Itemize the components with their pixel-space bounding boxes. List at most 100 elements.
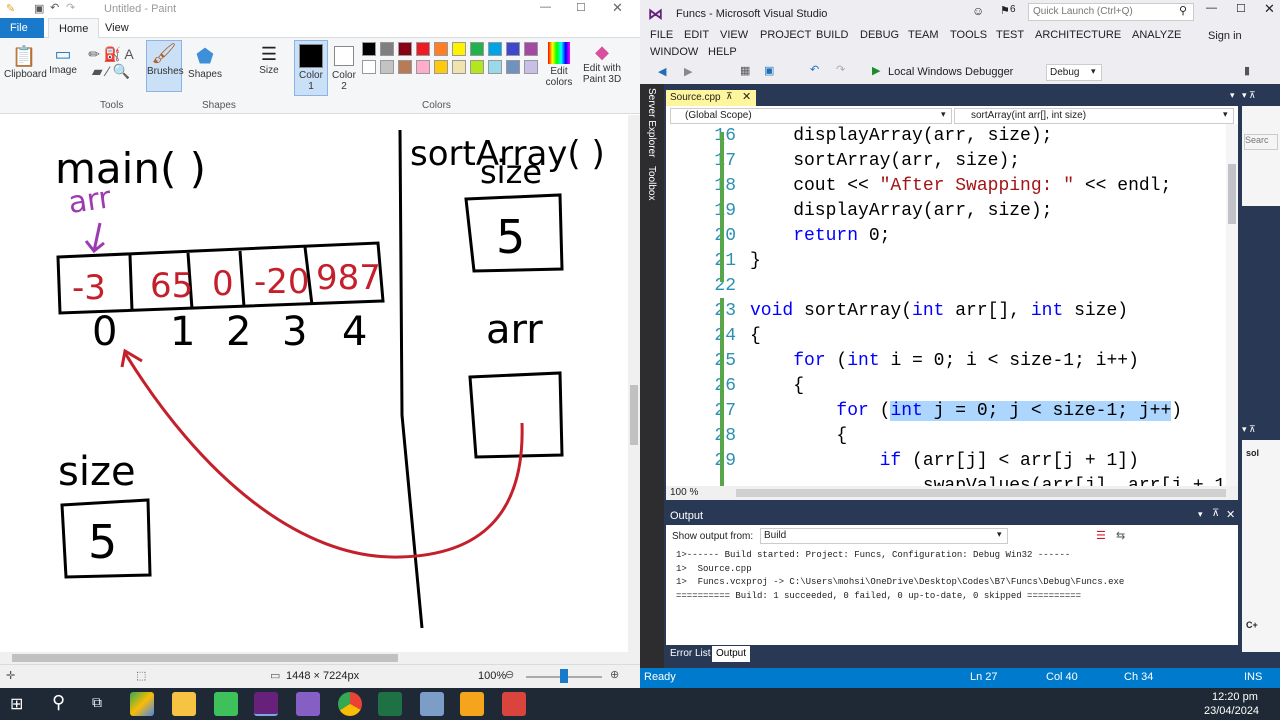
palette-swatch[interactable] [470, 60, 484, 74]
notifications-icon[interactable]: ⚑ [1000, 4, 1010, 17]
vs-redo-icon[interactable]: ↷ [836, 63, 845, 76]
menu-build[interactable]: BUILD [816, 29, 848, 41]
windows-start-icon[interactable]: ⊞ [10, 694, 23, 714]
color2-button[interactable]: Color 2 [330, 44, 358, 92]
task-view-icon[interactable]: ⧉ [92, 694, 102, 711]
menu-help[interactable]: HELP [708, 46, 737, 58]
zoom-out-icon[interactable]: ⊖ [505, 668, 514, 681]
palette-swatch[interactable] [380, 42, 394, 56]
chrome-icon[interactable] [338, 692, 362, 716]
menu-debug[interactable]: DEBUG [860, 29, 899, 41]
tools-icons[interactable]: ✏ ⛽ A ▰ ⁄ 🔍 [86, 46, 136, 80]
file-explorer-icon[interactable] [172, 692, 196, 716]
code-line[interactable]: cout << "After Swapping: " << endl; [750, 176, 1171, 196]
size-button[interactable]: ☰ Size [252, 44, 286, 76]
code-line[interactable]: void sortArray(int arr[], int size) [750, 301, 1128, 321]
camtasia-icon[interactable] [214, 692, 238, 716]
scope-dropdown[interactable]: (Global Scope) ▾ [670, 108, 952, 124]
vs-minimize-icon[interactable]: — [1206, 2, 1217, 14]
sublime-icon[interactable] [460, 692, 484, 716]
excel-icon[interactable] [378, 692, 402, 716]
edit-colors-button[interactable]: Edit colors [542, 42, 576, 88]
menu-architecture[interactable]: ARCHITECTURE [1035, 29, 1121, 41]
palette-swatch[interactable] [452, 60, 466, 74]
search-taskbar-icon[interactable]: ⚲ [52, 692, 65, 713]
palette-swatch[interactable] [398, 60, 412, 74]
brushes-button[interactable]: 🖌 Brushes [146, 40, 184, 92]
visual-studio-taskbar-icon[interactable] [254, 692, 278, 716]
code-line[interactable]: } [750, 251, 761, 271]
editor-hscroll-thumb[interactable] [736, 489, 1226, 497]
palette-swatch[interactable] [416, 42, 430, 56]
code-line[interactable]: { [750, 426, 847, 446]
minimize-icon[interactable]: — [540, 1, 551, 13]
word-wrap-icon[interactable]: ⇆ [1116, 529, 1125, 542]
palette-swatch[interactable] [506, 42, 520, 56]
output-dropdown-icon[interactable]: ▾ [1198, 509, 1203, 520]
code-line[interactable]: return 0; [750, 226, 890, 246]
clear-all-icon[interactable]: ☰ [1096, 529, 1106, 542]
paint-taskbar-icon[interactable] [420, 692, 444, 716]
output-source-dropdown[interactable]: Build ▾ [760, 528, 1008, 544]
code-line[interactable]: { [750, 326, 761, 346]
feedback-icon[interactable]: ☺ [972, 4, 984, 18]
menu-test[interactable]: TEST [996, 29, 1024, 41]
vs-undo-icon[interactable]: ↶ [810, 63, 819, 76]
clipboard-button[interactable]: 📋 Clipboard [4, 44, 47, 80]
menu-view[interactable]: VIEW [720, 29, 748, 41]
redo-icon[interactable]: ↷ [66, 1, 75, 14]
code-line[interactable]: displayArray(arr, size); [750, 201, 1052, 221]
palette-swatch[interactable] [488, 60, 502, 74]
vscroll-thumb[interactable] [630, 385, 638, 445]
editor-vscroll[interactable] [1226, 124, 1238, 486]
palette-swatch[interactable] [524, 42, 538, 56]
code-line[interactable]: displayArray(arr, size); [750, 126, 1052, 146]
palette-swatch[interactable] [470, 42, 484, 56]
paint-canvas[interactable]: main( ) arr -3 65 0 -20 987 01234 size 5 sor… [0, 115, 628, 652]
back-icon[interactable]: ◀ [658, 65, 666, 78]
save-all-icon[interactable]: ▣ [764, 64, 774, 77]
palette-swatch[interactable] [506, 60, 520, 74]
palette-swatch[interactable] [434, 42, 448, 56]
camtasia-recorder-icon[interactable] [502, 692, 526, 716]
visual-studio-2-icon[interactable] [296, 692, 320, 716]
server-explorer-tab[interactable]: Server Explorer [646, 88, 657, 157]
menu-project[interactable]: PROJECT [760, 29, 811, 41]
code-editor[interactable]: 16 displayArray(arr, size); 17 sortArray(… [666, 124, 1238, 488]
menu-team[interactable]: TEAM [908, 29, 939, 41]
menu-edit[interactable]: EDIT [684, 29, 709, 41]
zoom-in-icon[interactable]: ⊕ [610, 668, 619, 681]
undo-icon[interactable]: ↶ [50, 1, 59, 14]
palette-swatch[interactable] [362, 60, 376, 74]
sign-in-link[interactable]: Sign in [1208, 30, 1242, 42]
output-close-icon[interactable]: ✕ [1226, 508, 1235, 521]
palette-swatch[interactable] [488, 42, 502, 56]
shapes-button[interactable]: ⬟ Shapes [188, 44, 222, 80]
right-panel-controls-icon[interactable]: ▾ ⊼ [1242, 90, 1278, 104]
editor-zoom[interactable]: 100 % [670, 487, 698, 498]
solution-explorer-panel[interactable]: Searc [1242, 106, 1280, 206]
zoom-slider-thumb[interactable] [560, 669, 568, 683]
code-line[interactable]: for (int j = 0; j < size-1; j++) [750, 401, 1182, 421]
forward-icon[interactable]: ▶ [684, 65, 692, 78]
canvas-vertical-scrollbar[interactable] [628, 115, 640, 652]
save-icon[interactable]: ▣ [34, 2, 44, 15]
vs-close-icon[interactable]: ✕ [1264, 1, 1275, 17]
editor-vscroll-thumb[interactable] [1228, 164, 1236, 224]
doc-list-icon[interactable]: ▾ [1230, 90, 1235, 101]
bookmark-icon[interactable]: ▮ [1244, 64, 1250, 77]
menu-file[interactable]: FILE [650, 29, 673, 41]
toolbox-tab[interactable]: Toolbox [646, 166, 657, 200]
palette-swatch[interactable] [434, 60, 448, 74]
menu-analyze[interactable]: ANALYZE [1132, 29, 1181, 41]
doc-close-icon[interactable]: ✕ [742, 90, 751, 103]
quick-launch-input[interactable]: Quick Launch (Ctrl+Q) ⚲ [1028, 3, 1194, 21]
output-pin-icon[interactable]: ⊼ [1212, 508, 1219, 519]
config-dropdown[interactable]: Debug ▾ [1046, 64, 1102, 81]
new-project-icon[interactable]: ▦ [740, 64, 750, 77]
start-debug-icon[interactable]: ▶ [872, 64, 880, 77]
palette-swatch[interactable] [524, 60, 538, 74]
tab-home[interactable]: Home [48, 18, 100, 38]
member-dropdown[interactable]: sortArray(int arr[], int size) ▾ [954, 108, 1234, 124]
error-list-tab[interactable]: Error List [666, 646, 715, 662]
